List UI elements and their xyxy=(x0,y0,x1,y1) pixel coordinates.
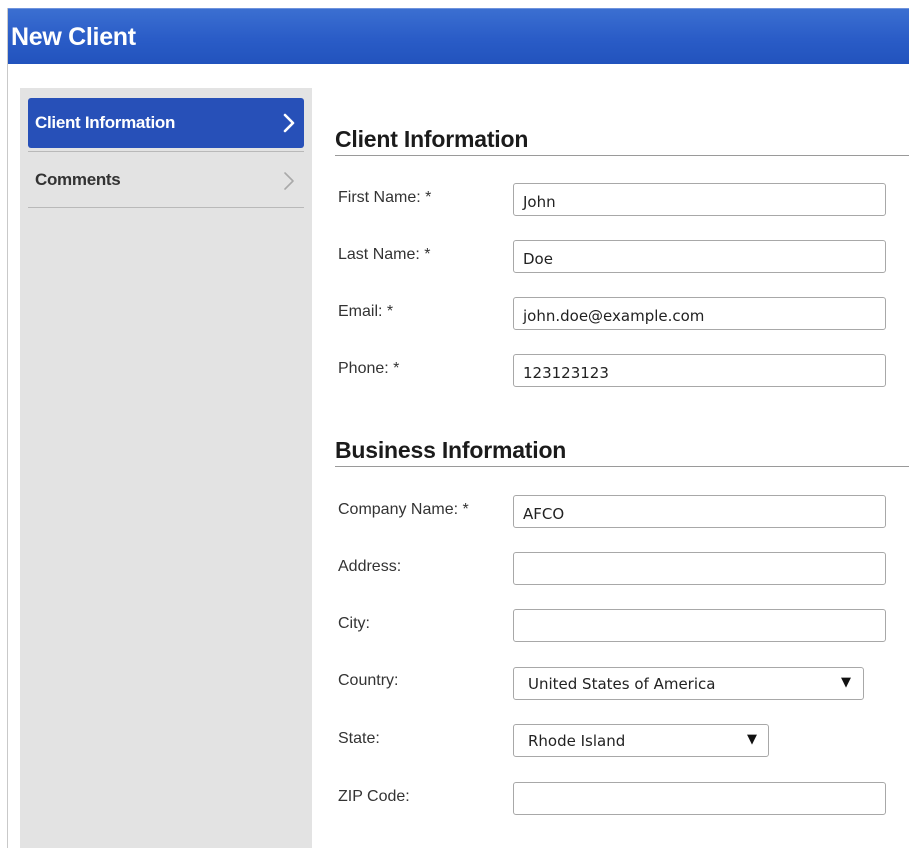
sidebar-item-comments[interactable]: Comments xyxy=(28,154,304,208)
phone-field[interactable]: 123123123 xyxy=(513,354,886,387)
dropdown-arrow-icon: ▼ xyxy=(747,732,757,747)
first-name-field[interactable]: John xyxy=(513,183,886,216)
email-label: Email: * xyxy=(338,303,394,320)
dropdown-arrow-icon: ▼ xyxy=(841,675,851,690)
sidebar-item-client-information[interactable]: Client Information xyxy=(28,98,304,148)
sidebar-item-label: Client Information xyxy=(35,113,176,132)
address-field[interactable] xyxy=(513,552,886,585)
window-title: New Client xyxy=(11,23,136,51)
last-name-label: Last Name: * xyxy=(338,246,431,263)
city-label: City: xyxy=(338,615,370,632)
company-name-label: Company Name: * xyxy=(338,501,469,518)
chevron-right-icon xyxy=(282,112,296,134)
section-title-business-information: Business Information xyxy=(335,437,567,463)
phone-label: Phone: * xyxy=(338,360,400,377)
state-select[interactable]: Rhode Island ▼ xyxy=(513,724,769,757)
first-name-label: First Name: * xyxy=(338,189,432,206)
email-field[interactable]: john.doe@example.com xyxy=(513,297,886,330)
new-client-window: New Client Client Information Comments C… xyxy=(7,8,909,848)
city-field[interactable] xyxy=(513,609,886,642)
zip-code-label: ZIP Code: xyxy=(338,788,410,805)
section-divider xyxy=(335,155,909,156)
address-label: Address: xyxy=(338,558,402,575)
sidebar: Client Information Comments xyxy=(20,88,312,848)
company-name-field[interactable]: AFCO xyxy=(513,495,886,528)
country-label: Country: xyxy=(338,672,399,689)
state-selected-value: Rhode Island xyxy=(528,732,626,750)
chevron-right-icon xyxy=(282,170,296,192)
sidebar-item-label: Comments xyxy=(35,170,121,189)
sidebar-divider xyxy=(28,151,304,152)
last-name-field[interactable]: Doe xyxy=(513,240,886,273)
country-select[interactable]: United States of America ▼ xyxy=(513,667,864,700)
title-bar: New Client xyxy=(8,8,909,64)
state-label: State: xyxy=(338,730,380,747)
country-selected-value: United States of America xyxy=(528,675,716,693)
section-title-client-information: Client Information xyxy=(335,126,529,152)
zip-code-field[interactable] xyxy=(513,782,886,815)
section-divider xyxy=(335,466,909,467)
